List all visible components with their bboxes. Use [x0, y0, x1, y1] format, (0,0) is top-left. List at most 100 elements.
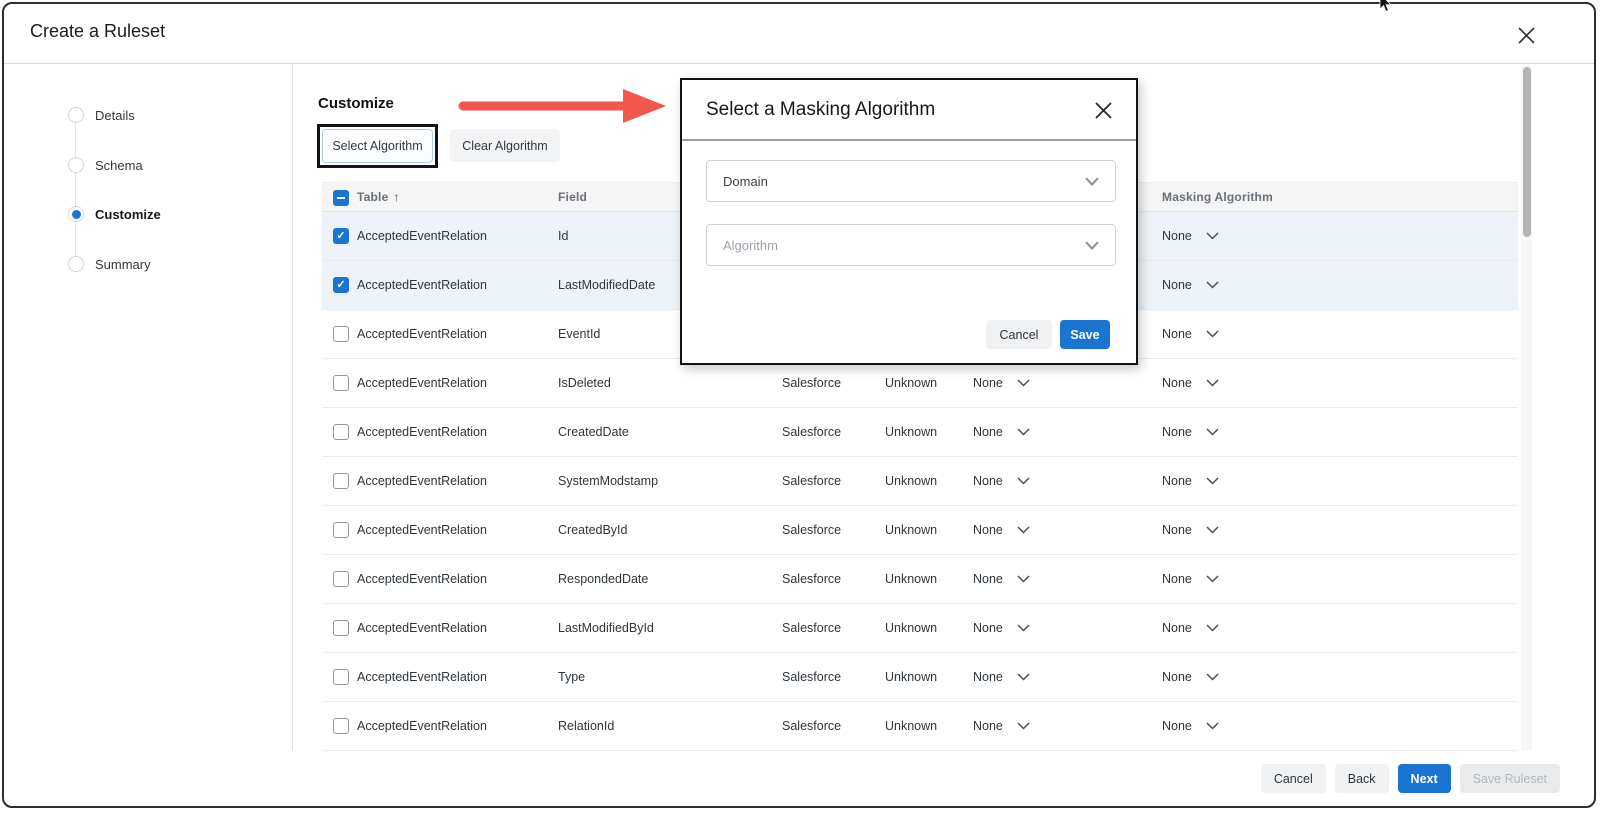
annotation-highlight-box: Select Algorithm [317, 124, 438, 168]
row-checkbox[interactable] [333, 522, 349, 538]
masking-algorithm-dropdown[interactable]: None [1162, 474, 1219, 488]
step-circle-icon [68, 256, 84, 272]
row-checkbox[interactable] [333, 669, 349, 685]
row-checkbox[interactable] [333, 473, 349, 489]
table-row: AcceptedEventRelation SystemModstamp Sal… [322, 457, 1518, 506]
domain-dropdown[interactable]: None [973, 425, 1030, 439]
table-row: AcceptedEventRelation CreatedById Salesf… [322, 506, 1518, 555]
row-checkbox[interactable] [333, 718, 349, 734]
modal-save-button[interactable]: Save [1060, 320, 1110, 349]
chevron-down-icon [1206, 575, 1219, 583]
cancel-button[interactable]: Cancel [1261, 764, 1326, 793]
chevron-down-icon [1085, 177, 1099, 186]
domain-dropdown[interactable]: None [973, 670, 1030, 684]
cursor-pointer-icon [1379, 0, 1393, 14]
chevron-down-icon [1017, 428, 1030, 436]
modal-cancel-button[interactable]: Cancel [986, 320, 1052, 349]
cell-profile: Unknown [885, 572, 937, 586]
domain-dropdown[interactable]: None [973, 719, 1030, 733]
domain-dropdown[interactable]: None [973, 572, 1030, 586]
close-icon[interactable] [1516, 25, 1537, 46]
select-all-checkbox[interactable] [333, 190, 349, 206]
masking-value: None [1162, 523, 1192, 537]
row-checkbox[interactable] [333, 424, 349, 440]
domain-select[interactable]: Domain [706, 160, 1116, 202]
masking-algorithm-dropdown[interactable]: None [1162, 621, 1219, 635]
cell-field: LastModifiedDate [558, 278, 655, 292]
chevron-down-icon [1017, 477, 1030, 485]
masking-algorithm-dropdown[interactable]: None [1162, 376, 1219, 390]
cell-connector: Salesforce [782, 474, 841, 488]
cell-field: EventId [558, 327, 600, 341]
algorithm-select-placeholder: Algorithm [723, 238, 778, 253]
chevron-down-icon [1206, 330, 1219, 338]
masking-algorithm-dropdown[interactable]: None [1162, 278, 1219, 292]
cell-profile: Unknown [885, 474, 937, 488]
sort-ascending-icon: ↑ [393, 190, 399, 204]
chevron-down-icon [1206, 673, 1219, 681]
scrollbar-thumb[interactable] [1523, 67, 1531, 237]
row-checkbox[interactable] [333, 620, 349, 636]
clear-algorithm-button[interactable]: Clear Algorithm [450, 129, 560, 162]
cell-field: CreatedById [558, 523, 627, 537]
cell-profile: Unknown [885, 719, 937, 733]
sidebar-item-customize[interactable]: Customize [68, 206, 161, 222]
algorithm-select[interactable]: Algorithm [706, 224, 1116, 266]
cell-connector: Salesforce [782, 376, 841, 390]
domain-dropdown[interactable]: None [973, 376, 1030, 390]
sidebar-item-summary[interactable]: Summary [68, 256, 151, 272]
domain-dropdown[interactable]: None [973, 523, 1030, 537]
sidebar-item-schema[interactable]: Schema [68, 157, 143, 173]
cell-table: AcceptedEventRelation [357, 719, 487, 733]
titlebar-divider [4, 63, 1596, 64]
chevron-down-icon [1085, 241, 1099, 250]
masking-algorithm-dropdown[interactable]: None [1162, 327, 1219, 341]
chevron-down-icon [1206, 526, 1219, 534]
masking-algorithm-dropdown[interactable]: None [1162, 719, 1219, 733]
chevron-down-icon [1206, 379, 1219, 387]
back-button[interactable]: Back [1335, 764, 1389, 793]
table-row: AcceptedEventRelation RelationId Salesfo… [322, 702, 1518, 751]
cell-connector: Salesforce [782, 572, 841, 586]
cell-field: RespondedDate [558, 572, 648, 586]
select-algorithm-button[interactable]: Select Algorithm [322, 129, 433, 163]
modal-close-icon[interactable] [1093, 100, 1114, 121]
cell-connector: Salesforce [782, 621, 841, 635]
cell-profile: Unknown [885, 523, 937, 537]
row-checkbox[interactable] [333, 571, 349, 587]
masking-algorithm-dropdown[interactable]: None [1162, 670, 1219, 684]
row-checkbox[interactable] [333, 277, 349, 293]
masking-algorithm-dropdown[interactable]: None [1162, 229, 1219, 243]
domain-dropdown[interactable]: None [973, 621, 1030, 635]
column-header-masking-algorithm[interactable]: Masking Algorithm [1162, 190, 1273, 204]
annotation-arrow-icon [455, 86, 670, 126]
chevron-down-icon [1206, 232, 1219, 240]
chevron-down-icon [1017, 575, 1030, 583]
domain-value: None [973, 621, 1003, 635]
sidebar-item-details[interactable]: Details [68, 107, 135, 123]
row-checkbox[interactable] [333, 228, 349, 244]
column-header-table[interactable]: Table↑ [357, 190, 400, 204]
masking-algorithm-dropdown[interactable]: None [1162, 523, 1219, 537]
row-checkbox[interactable] [333, 375, 349, 391]
masking-algorithm-dropdown[interactable]: None [1162, 425, 1219, 439]
chevron-down-icon [1017, 379, 1030, 387]
masking-value: None [1162, 670, 1192, 684]
cell-field: LastModifiedById [558, 621, 654, 635]
cell-table: AcceptedEventRelation [357, 474, 487, 488]
masking-algorithm-dropdown[interactable]: None [1162, 572, 1219, 586]
table-row: AcceptedEventRelation RespondedDate Sale… [322, 555, 1518, 604]
page-title: Create a Ruleset [30, 21, 165, 42]
table-row: AcceptedEventRelation Type Salesforce Un… [322, 653, 1518, 702]
masking-value: None [1162, 376, 1192, 390]
cell-field: IsDeleted [558, 376, 611, 390]
chevron-down-icon [1206, 281, 1219, 289]
scrollbar-track[interactable] [1521, 65, 1532, 750]
masking-value: None [1162, 278, 1192, 292]
column-header-field[interactable]: Field [558, 190, 587, 204]
save-ruleset-button[interactable]: Save Ruleset [1460, 764, 1560, 793]
domain-dropdown[interactable]: None [973, 474, 1030, 488]
masking-value: None [1162, 572, 1192, 586]
row-checkbox[interactable] [333, 326, 349, 342]
next-button[interactable]: Next [1398, 764, 1451, 793]
